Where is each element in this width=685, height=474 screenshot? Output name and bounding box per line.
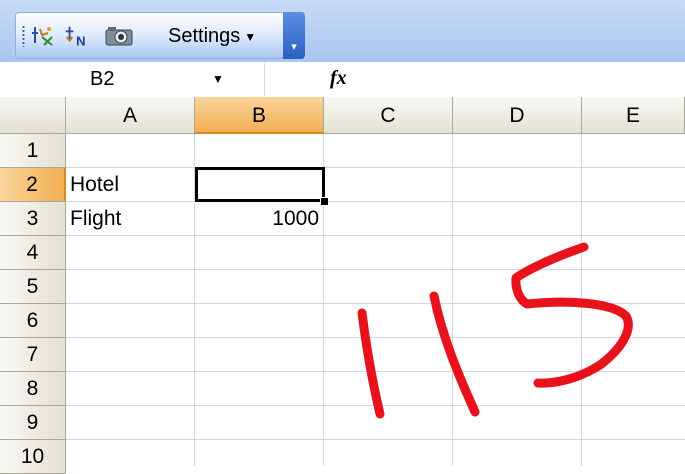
insert-function-icon[interactable]: fx bbox=[330, 67, 347, 90]
active-cell-b2[interactable] bbox=[195, 167, 325, 202]
row-header-1[interactable]: 1 bbox=[0, 134, 66, 168]
cell-b3[interactable]: 1000 bbox=[195, 202, 319, 236]
formula-bar: B2 ▼ fx bbox=[0, 63, 685, 98]
row-header-2[interactable]: 2 bbox=[0, 168, 66, 202]
overflow-chevron-icon: ▾ bbox=[291, 41, 297, 53]
row-header-9[interactable]: 9 bbox=[0, 406, 66, 440]
row-header-4[interactable]: 4 bbox=[0, 236, 66, 270]
fill-handle[interactable] bbox=[320, 197, 329, 206]
row-header-6[interactable]: 6 bbox=[0, 304, 66, 338]
sort-n-icon[interactable]: N bbox=[64, 23, 90, 49]
row-header-7[interactable]: 7 bbox=[0, 338, 66, 372]
row-header-5[interactable]: 5 bbox=[0, 270, 66, 304]
column-header-c[interactable]: C bbox=[324, 97, 453, 134]
select-all-corner[interactable] bbox=[0, 97, 66, 134]
insert-function-sparkle-icon[interactable] bbox=[30, 23, 56, 49]
name-box-dropdown-icon[interactable]: ▼ bbox=[212, 72, 224, 86]
settings-menu-button[interactable]: Settings ▼ bbox=[168, 21, 256, 51]
cell-area[interactable]: Hotel Flight 1000 bbox=[66, 134, 685, 466]
name-box[interactable]: B2 ▼ bbox=[4, 65, 264, 93]
row-header-10[interactable]: 10 bbox=[0, 440, 66, 474]
cell-a3[interactable]: Flight bbox=[70, 202, 121, 236]
column-header-e[interactable]: E bbox=[582, 97, 685, 134]
name-box-divider bbox=[264, 63, 265, 96]
row-header-8[interactable]: 8 bbox=[0, 372, 66, 406]
column-header-b[interactable]: B bbox=[195, 97, 324, 134]
camera-icon[interactable] bbox=[104, 23, 134, 49]
settings-toolbar: N Settings ▼ bbox=[15, 12, 304, 59]
column-header-a[interactable]: A bbox=[66, 97, 195, 134]
cell-a2[interactable]: Hotel bbox=[70, 168, 119, 202]
column-header-d[interactable]: D bbox=[453, 97, 582, 134]
toolbar-options-button[interactable]: ▾ bbox=[283, 12, 305, 59]
toolbar-grip[interactable] bbox=[22, 25, 25, 47]
name-box-value: B2 bbox=[90, 68, 115, 90]
settings-label: Settings bbox=[168, 24, 241, 47]
chevron-down-icon: ▼ bbox=[244, 30, 257, 44]
formula-input[interactable] bbox=[354, 65, 683, 93]
svg-text:N: N bbox=[76, 33, 85, 48]
toolbar-strip: N Settings ▼ ▾ bbox=[0, 0, 685, 62]
row-header-3[interactable]: 3 bbox=[0, 202, 66, 236]
